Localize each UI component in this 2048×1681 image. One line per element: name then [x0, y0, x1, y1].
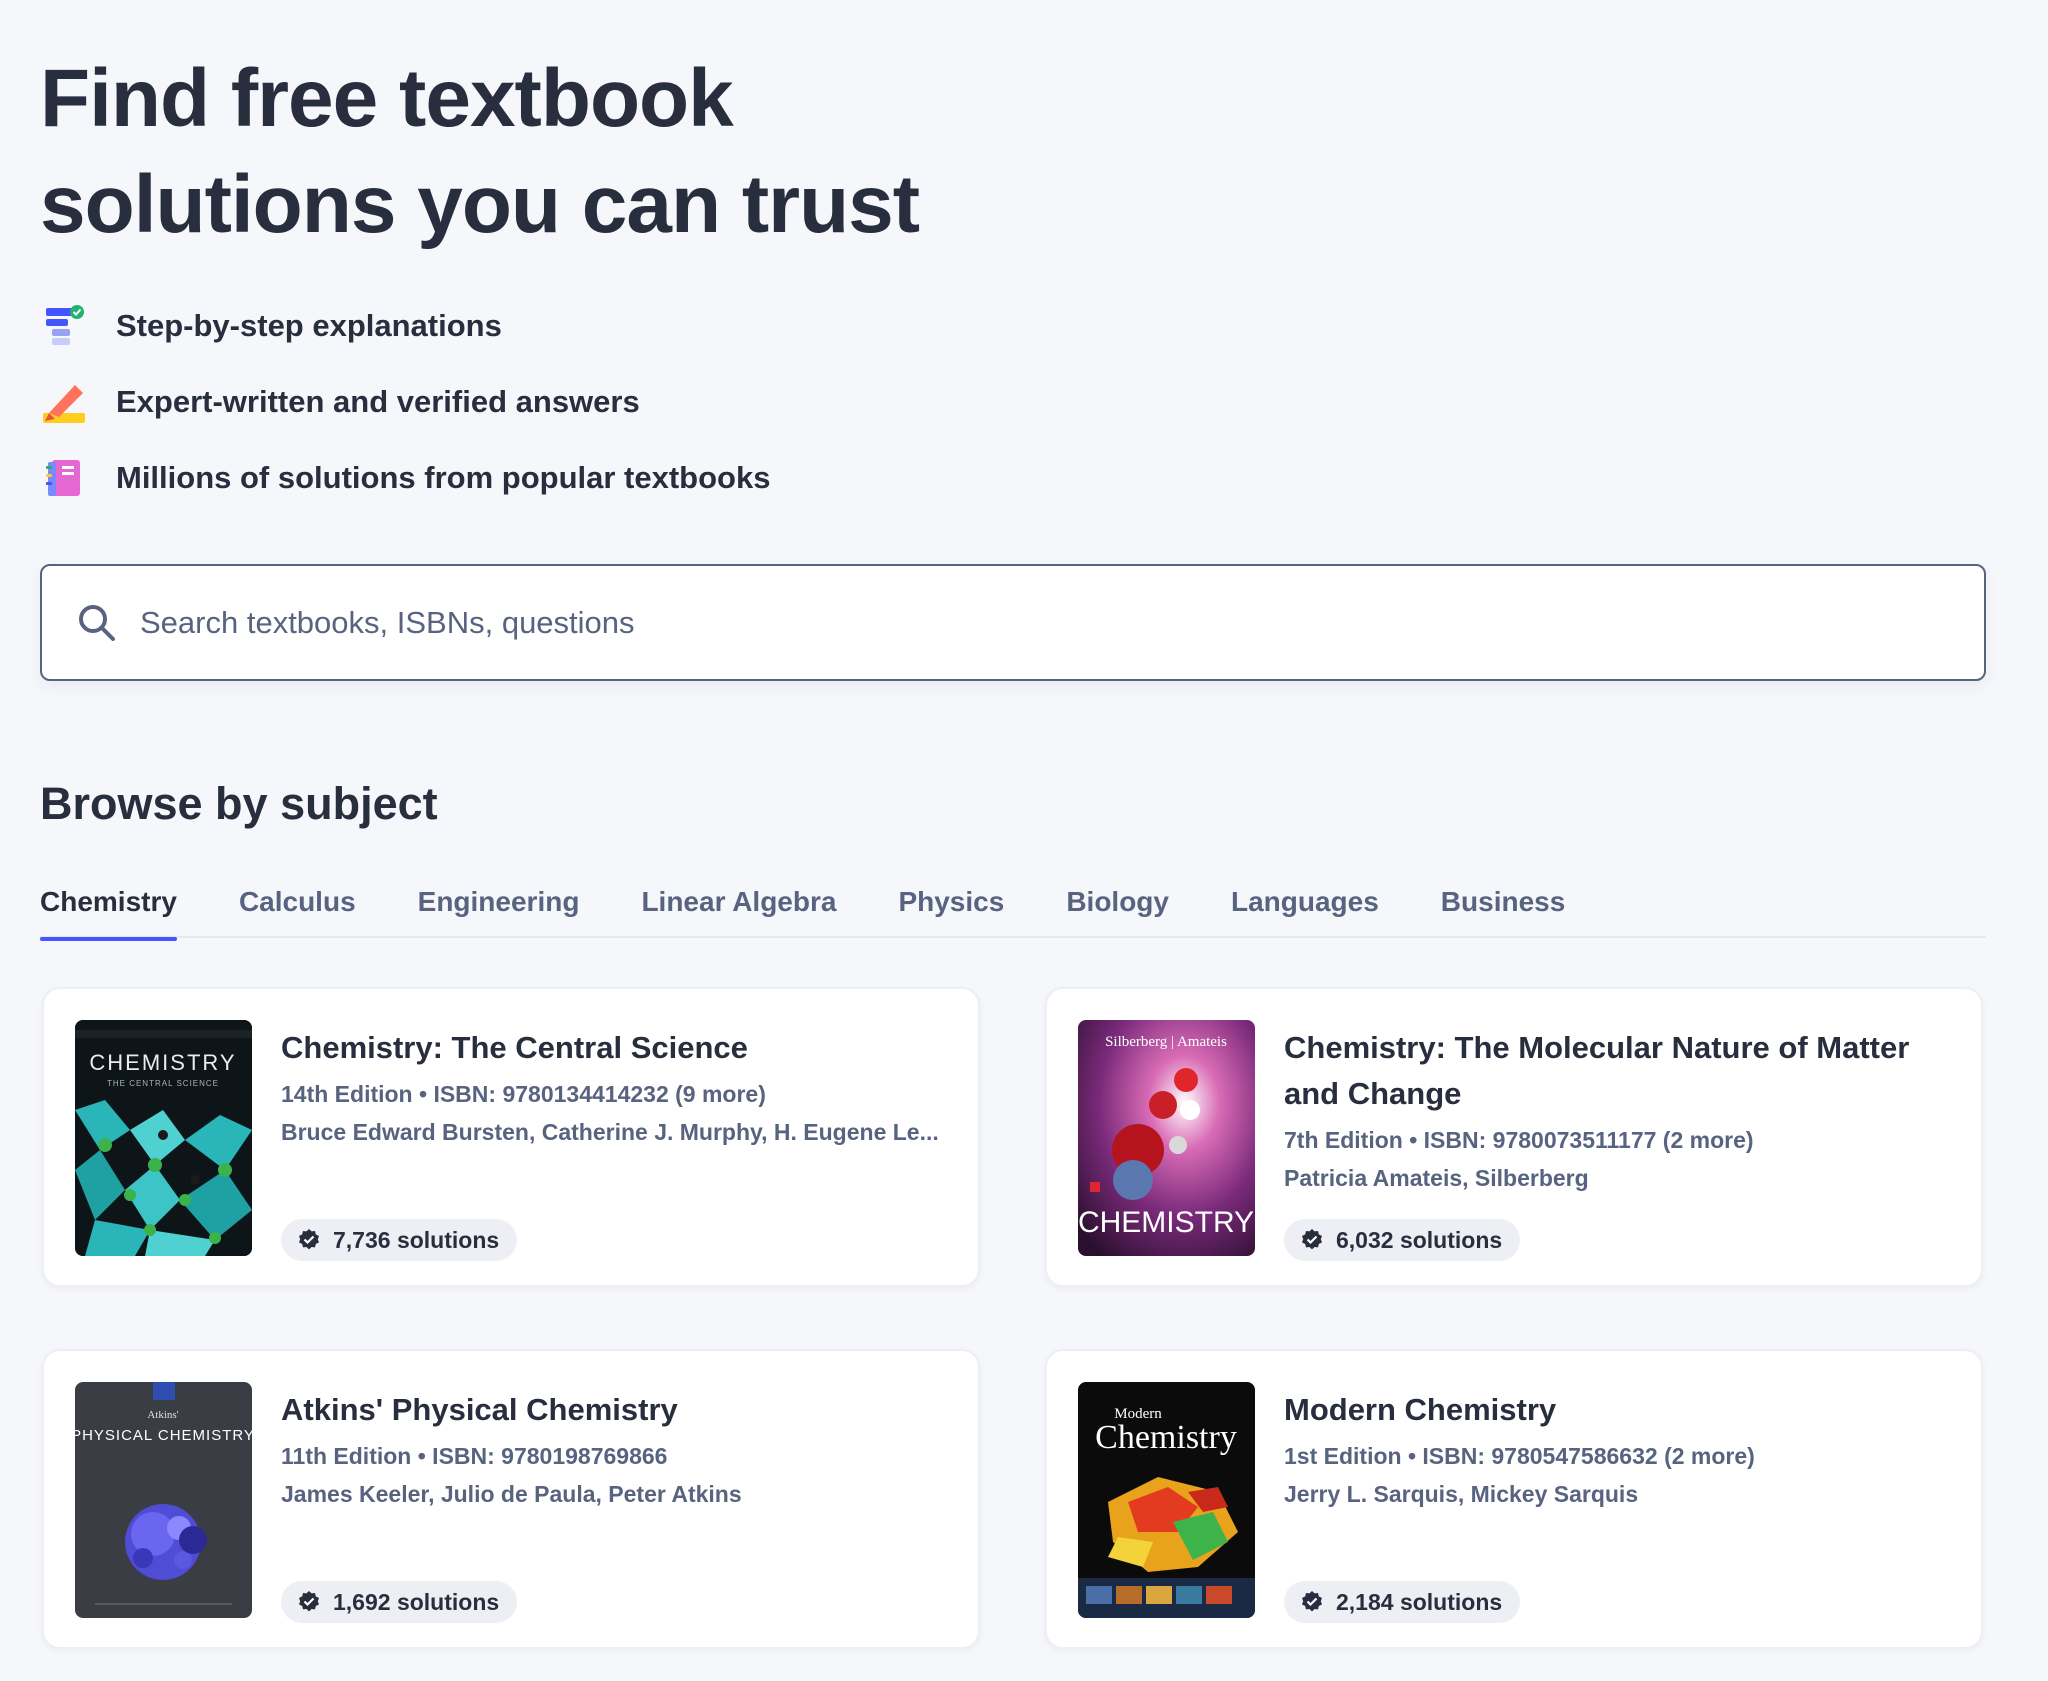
feature-list: Step-by-step explanations Expert-written…	[40, 288, 770, 516]
verified-icon	[1302, 1229, 1322, 1250]
textbook-card[interactable]: Silberberg | Amateis CHEMISTRY Chemistry…	[1045, 987, 1983, 1287]
feature-text: Step-by-step explanations	[116, 308, 502, 343]
book-title[interactable]: Atkins' Physical Chemistry	[281, 1387, 948, 1433]
feature-text: Millions of solutions from popular textb…	[116, 460, 771, 495]
subject-tabs: Chemistry Calculus Engineering Linear Al…	[40, 872, 1986, 941]
feature-item: Step-by-step explanations	[40, 288, 770, 364]
book-edition-isbn: 7th Edition • ISBN: 9780073511177 (2 mor…	[1284, 1127, 1754, 1153]
book-title[interactable]: Chemistry: The Molecular Nature of Matte…	[1284, 1025, 1951, 1117]
page-title-line-2: solutions you can trust	[40, 159, 920, 250]
cover-author: Atkins'	[147, 1409, 178, 1421]
solutions-badge: 1,692 solutions	[281, 1581, 518, 1623]
solutions-count: 2,184 solutions	[1336, 1588, 1503, 1615]
search-bar[interactable]	[40, 564, 1986, 681]
feature-text: Expert-written and verified answers	[116, 384, 640, 419]
tab-calculus[interactable]: Calculus	[239, 872, 356, 938]
book-cover: Modern Chemistry	[1078, 1382, 1255, 1618]
book-title[interactable]: Chemistry: The Central Science	[281, 1025, 948, 1071]
solutions-count: 7,736 solutions	[333, 1226, 500, 1253]
verified-icon	[299, 1229, 319, 1250]
cover-authors: Silberberg | Amateis	[1105, 1034, 1227, 1050]
search-input[interactable]	[140, 604, 1840, 641]
page-title-line-1: Find free textbook	[40, 53, 734, 144]
textbook-card[interactable]: CHEMISTRY THE CENTRAL SCIENCE Chemistry:…	[42, 987, 980, 1287]
solutions-badge: 2,184 solutions	[1284, 1581, 1521, 1623]
solutions-badge: 6,032 solutions	[1284, 1219, 1521, 1261]
book-authors: James Keeler, Julio de Paula, Peter Atki…	[281, 1481, 742, 1507]
page-title: Find free textbook solutions you can tru…	[40, 46, 1140, 258]
tab-engineering[interactable]: Engineering	[418, 872, 580, 938]
tab-languages[interactable]: Languages	[1231, 872, 1379, 938]
browse-section-title: Browse by subject	[40, 778, 438, 829]
book-authors: Bruce Edward Bursten, Catherine J. Murph…	[281, 1119, 939, 1145]
book-cover: Silberberg | Amateis CHEMISTRY	[1078, 1020, 1255, 1256]
notebook-icon	[40, 454, 88, 502]
solutions-badge: 7,736 solutions	[281, 1219, 518, 1261]
book-edition-isbn: 11th Edition • ISBN: 9780198769866	[281, 1443, 668, 1469]
cover-title: Chemistry	[1095, 1419, 1237, 1456]
feature-item: Expert-written and verified answers	[40, 364, 770, 440]
tab-chemistry[interactable]: Chemistry	[40, 872, 177, 941]
book-cover: CHEMISTRY THE CENTRAL SCIENCE	[75, 1020, 252, 1256]
feature-item: Millions of solutions from popular textb…	[40, 440, 770, 516]
tab-business[interactable]: Business	[1441, 872, 1566, 938]
verified-icon	[1302, 1591, 1322, 1612]
page: Find free textbook solutions you can tru…	[0, 0, 2048, 1681]
book-edition-isbn: 14th Edition • ISBN: 9780134414232 (9 mo…	[281, 1081, 766, 1107]
cover-title: PHYSICAL CHEMISTRY	[75, 1427, 252, 1444]
search-icon	[79, 604, 115, 641]
book-cover: Atkins' PHYSICAL CHEMISTRY	[75, 1382, 252, 1618]
verified-icon	[299, 1591, 319, 1612]
solutions-count: 6,032 solutions	[1336, 1226, 1503, 1253]
book-edition-isbn: 1st Edition • ISBN: 9780547586632 (2 mor…	[1284, 1443, 1755, 1469]
solutions-count: 1,692 solutions	[333, 1588, 500, 1615]
book-authors: Jerry L. Sarquis, Mickey Sarquis	[1284, 1481, 1639, 1507]
tab-biology[interactable]: Biology	[1066, 872, 1169, 938]
textbook-card[interactable]: Modern Chemistry Modern Chemistry 1st Ed…	[1045, 1349, 1983, 1649]
cover-title: CHEMISTRY	[89, 1050, 236, 1075]
textbook-card[interactable]: Atkins' PHYSICAL CHEMISTRY Atkins' Physi…	[42, 1349, 980, 1649]
book-authors: Patricia Amateis, Silberberg	[1284, 1165, 1589, 1191]
book-title[interactable]: Modern Chemistry	[1284, 1387, 1951, 1433]
pencil-icon	[40, 378, 88, 426]
cover-title: CHEMISTRY	[1078, 1206, 1254, 1239]
tab-physics[interactable]: Physics	[898, 872, 1004, 938]
tab-linear-algebra[interactable]: Linear Algebra	[641, 872, 836, 938]
cover-subtitle: THE CENTRAL SCIENCE	[107, 1079, 219, 1088]
step-list-icon	[40, 302, 88, 350]
